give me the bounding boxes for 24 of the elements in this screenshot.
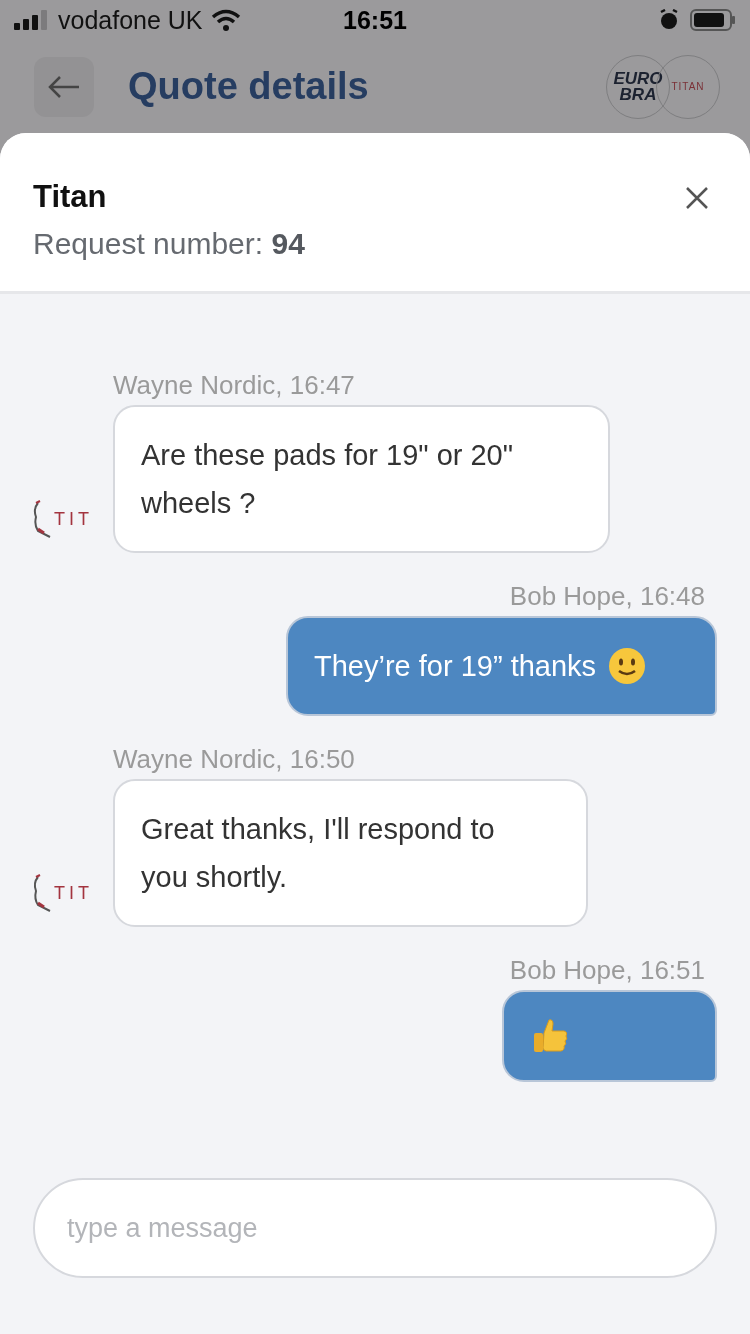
back-button[interactable]: [34, 56, 94, 117]
titan-avatar-logo: TIT: [30, 863, 99, 923]
page-title: Quote details: [128, 65, 369, 108]
battery-icon: [690, 9, 736, 31]
message-meta: Bob Hope, 16:51: [509, 955, 705, 986]
message-input[interactable]: type a message: [33, 1178, 717, 1278]
signal-icon: [14, 10, 48, 30]
close-button[interactable]: [684, 185, 710, 211]
message-bubble: Are these pads for 19" or 20" wheels ?: [113, 405, 610, 553]
message-meta: Wayne Nordic, 16:50: [113, 744, 355, 775]
carrier-name: vodafone UK: [58, 5, 203, 35]
message-meta: Wayne Nordic, 16:47: [113, 370, 355, 401]
close-icon: [684, 185, 710, 211]
wifi-icon: [210, 9, 241, 31]
request-number: Request number: 94: [33, 227, 305, 261]
sheet-title: Titan: [33, 179, 108, 215]
smile-emoji-icon: [608, 647, 647, 685]
message-bubble: They’re for 19” thanks: [286, 616, 717, 716]
back-arrow-icon: [47, 74, 81, 99]
status-time: 16:51: [342, 5, 408, 36]
alarm-icon: [658, 9, 680, 31]
message-meta: Bob Hope, 16:48: [509, 581, 705, 612]
titan-avatar-logo: TIT: [30, 489, 99, 549]
message-bubble: Great thanks, I'll respond to you shortly.: [113, 779, 588, 927]
